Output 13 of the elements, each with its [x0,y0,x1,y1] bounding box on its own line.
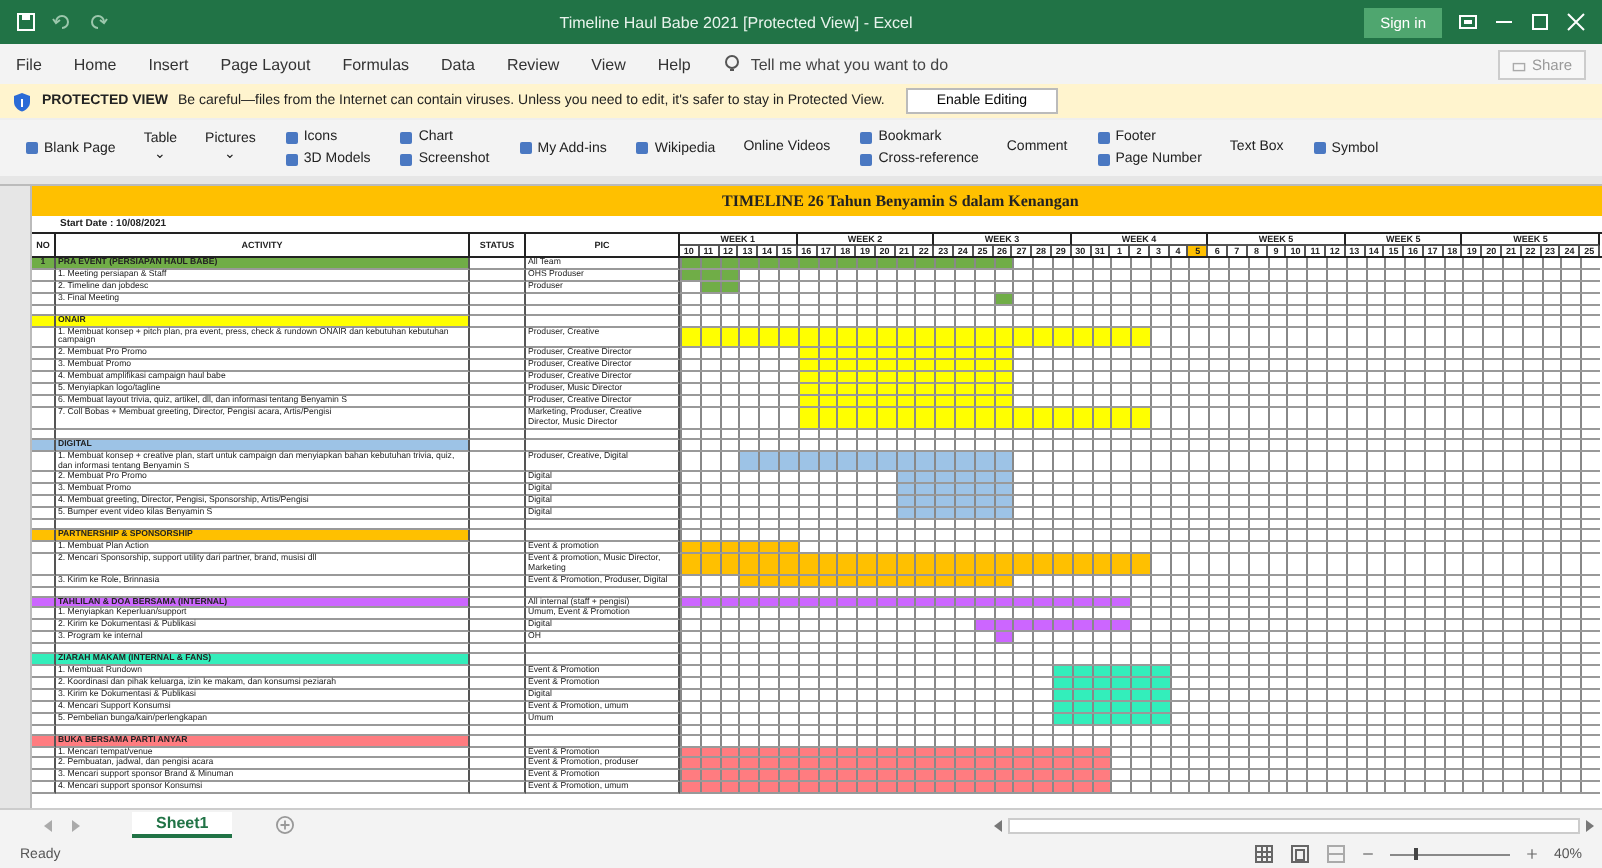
menu-tab[interactable]: Insert [148,55,189,73]
menu-tab[interactable]: Home [73,55,117,73]
menu-tab[interactable]: View [591,55,626,73]
menu-tab[interactable]: Formulas [342,55,410,73]
menu-tab[interactable]: File [16,55,42,73]
tell-me-field[interactable]: Tell me what you want to do [750,55,1151,73]
window-title: Timeline Haul Babe 2021 [Protected View] - Excel [557,13,915,31]
menu-tab[interactable]: Data [441,55,475,73]
menu-tab[interactable]: Review [506,55,560,73]
timeline-title: TIMELINE 26 Tahun Benyamin S dalam Kenangan [32,186,1602,216]
sheet-tab[interactable]: Sheet1 [132,812,233,838]
menu-tab[interactable]: Help [657,55,691,73]
menu-tab[interactable]: Page Layout [220,55,311,73]
